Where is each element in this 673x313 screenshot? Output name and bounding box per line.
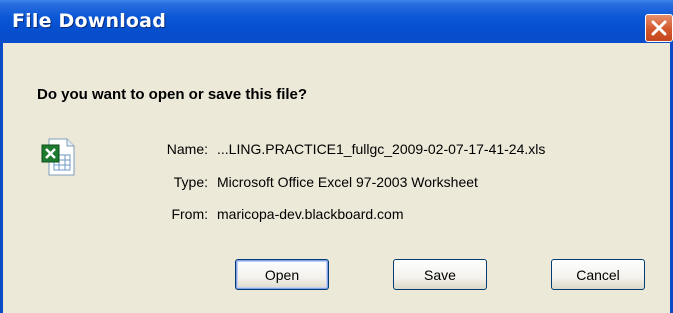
name-label: Name: xyxy=(166,141,208,157)
excel-file-icon xyxy=(40,137,80,177)
title-bar[interactable]: File Download xyxy=(0,0,673,43)
file-source-value: maricopa-dev.blackboard.com xyxy=(217,206,404,222)
close-icon xyxy=(651,20,667,36)
type-label: Type: xyxy=(173,174,208,190)
save-button[interactable]: Save xyxy=(393,259,487,290)
prompt-question: Do you want to open or save this file? xyxy=(37,86,308,103)
from-label: From: xyxy=(171,206,208,222)
file-name-value: ...LING.PRACTICE1_fullgc_2009-02-07-17-4… xyxy=(217,141,546,157)
close-button[interactable] xyxy=(645,14,673,42)
file-type-value: Microsoft Office Excel 97-2003 Worksheet xyxy=(217,174,478,190)
cancel-button[interactable]: Cancel xyxy=(551,259,645,290)
open-button[interactable]: Open xyxy=(235,259,329,290)
dialog-title: File Download xyxy=(12,10,166,32)
file-download-dialog: File Download Do you want to open or sav… xyxy=(0,0,673,313)
